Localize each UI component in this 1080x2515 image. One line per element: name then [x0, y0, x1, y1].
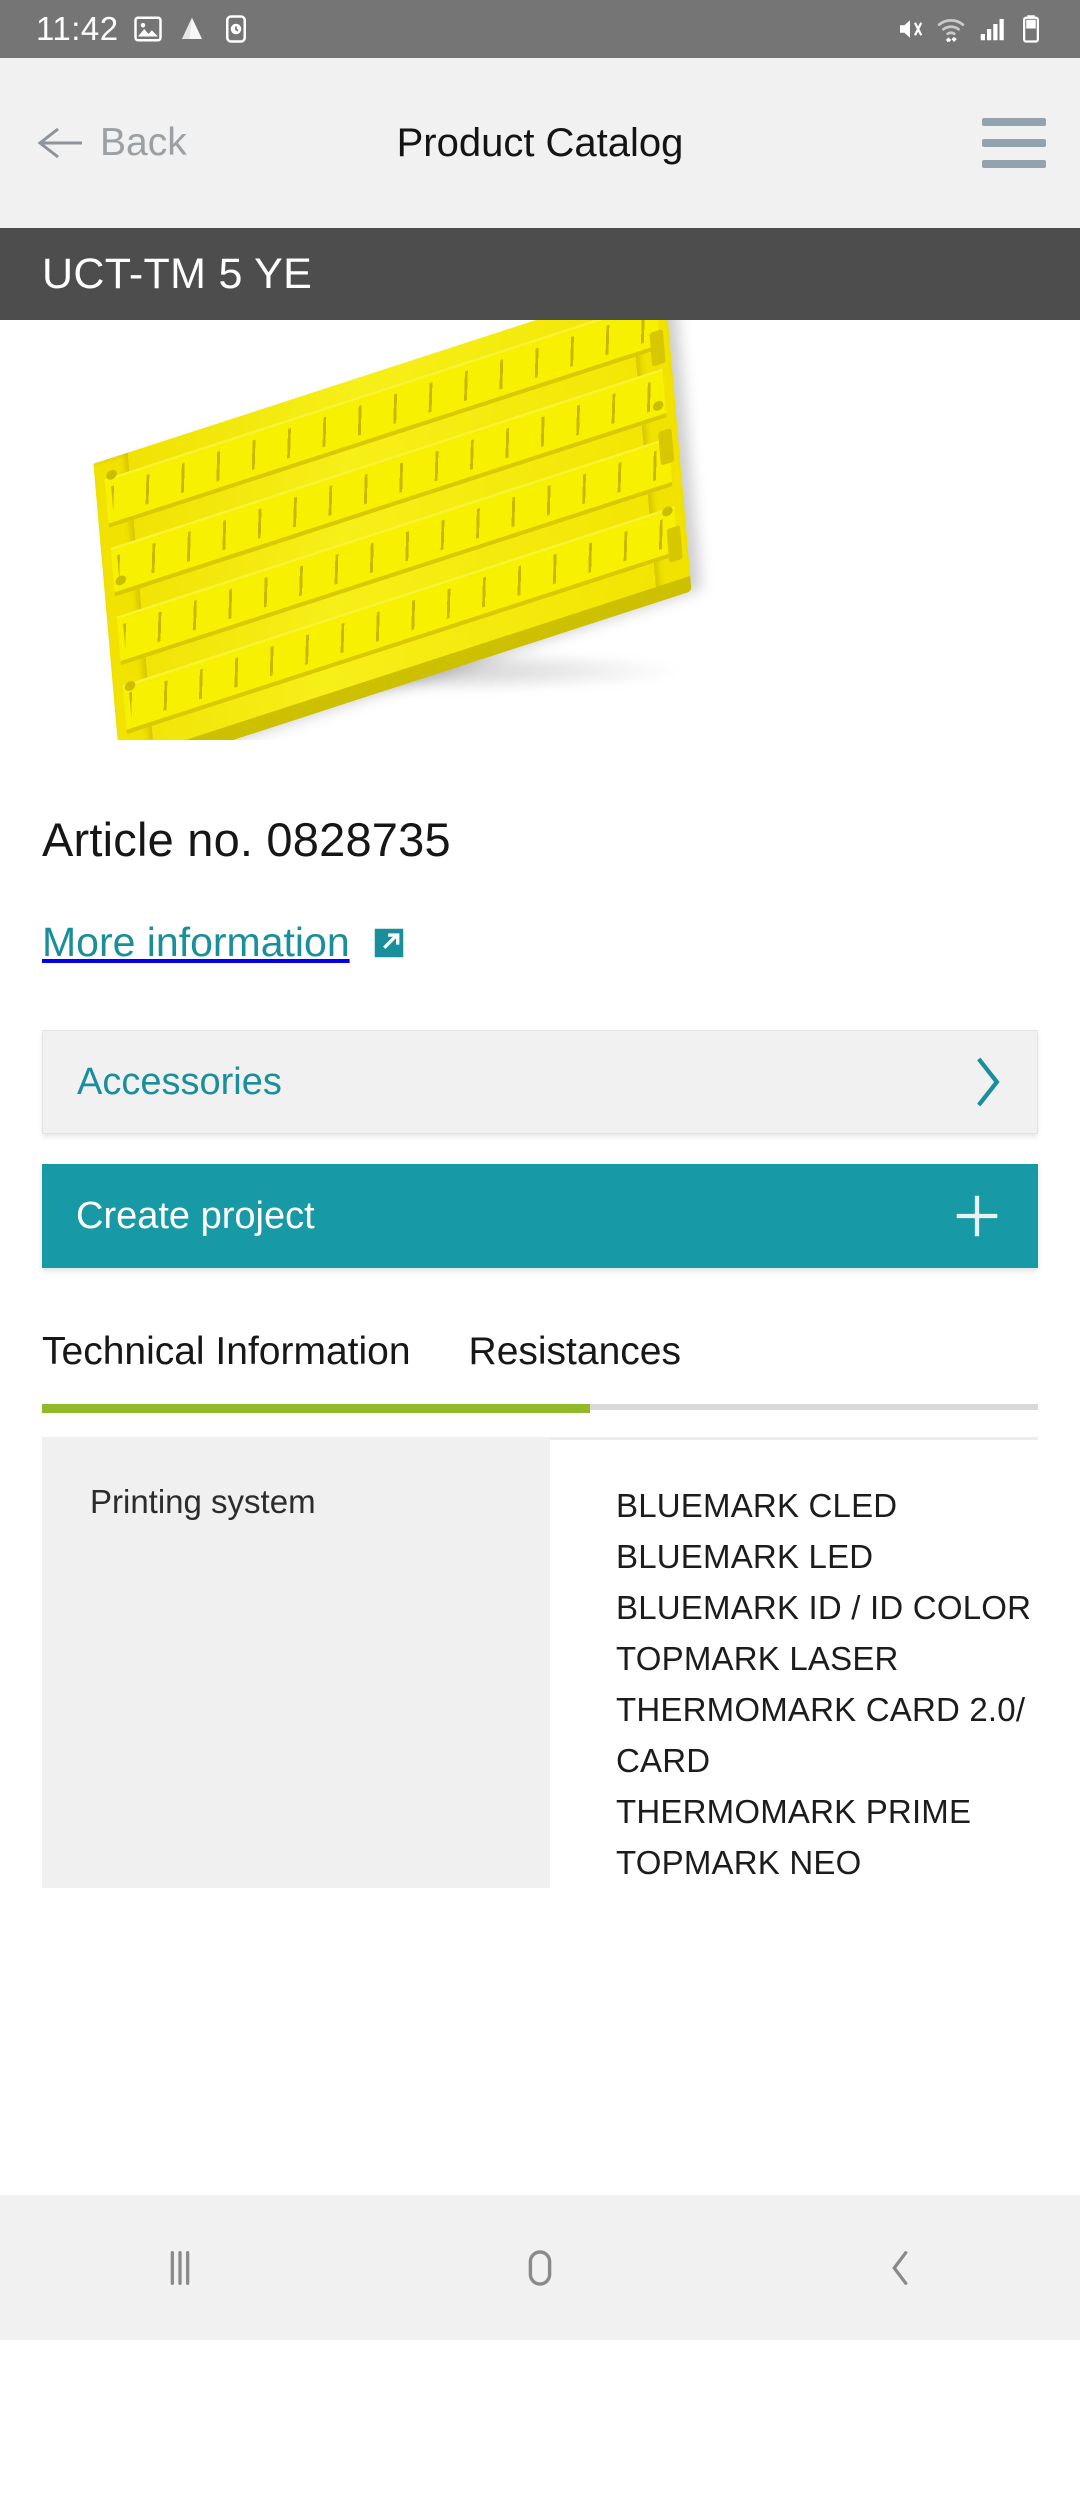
tab-bar: Technical Information Resistances — [42, 1330, 1038, 1413]
create-project-label: Create project — [76, 1194, 315, 1237]
technical-information-table: Printing system BLUEMARK CLED BLUEMARK L… — [42, 1437, 1038, 1888]
recents-icon — [170, 2250, 190, 2285]
marker-card-notch — [666, 525, 683, 563]
tab-row: Technical Information Resistances — [42, 1330, 1038, 1404]
chevron-right-icon — [977, 1057, 1000, 1107]
home-button[interactable] — [455, 2195, 625, 2340]
back-button-nav[interactable] — [815, 2195, 985, 2340]
hamburger-menu-icon[interactable] — [982, 118, 1046, 168]
tab-technical-information[interactable]: Technical Information — [42, 1330, 411, 1404]
product-image — [0, 320, 1080, 740]
arrow-left-icon — [37, 127, 82, 159]
tab-underline-track — [42, 1404, 1038, 1413]
back-button-label: Back — [100, 121, 187, 164]
status-bar-right — [895, 14, 1044, 44]
clock-icon — [225, 15, 246, 43]
back-button[interactable]: Back — [34, 121, 187, 165]
back-icon — [892, 2250, 908, 2285]
signal-icon — [980, 19, 1004, 41]
content-area: Article no. 0828735 More information Acc… — [0, 320, 1080, 2515]
status-bar-clock: 11:42 — [36, 10, 119, 47]
product-title-bar: UCT-TM 5 YE — [0, 228, 1080, 320]
article-number: Article no. 0828735 — [42, 813, 451, 866]
hamburger-line — [982, 160, 1046, 168]
spec-value: TOPMARK NEO — [616, 1844, 862, 1881]
plus-icon — [956, 1195, 998, 1237]
drive-icon — [181, 17, 202, 39]
marker-card-notch — [658, 427, 675, 466]
battery-icon — [1023, 15, 1039, 43]
more-information-label: More information — [42, 919, 350, 965]
create-project-button[interactable]: Create project — [42, 1164, 1038, 1268]
spec-value: BLUEMARK CLED — [616, 1487, 898, 1524]
spec-value: BLUEMARK LED — [616, 1538, 874, 1575]
image-icon — [133, 16, 162, 42]
tab-resistances[interactable]: Resistances — [469, 1330, 681, 1404]
android-navigation-bar — [0, 2195, 1080, 2340]
product-name: UCT-TM 5 YE — [42, 249, 313, 298]
app-bar: Back Product Catalog — [0, 58, 1080, 228]
accessories-label: Accessories — [77, 1060, 282, 1103]
hamburger-line — [982, 139, 1046, 147]
spec-row-values: BLUEMARK CLED BLUEMARK LED BLUEMARK ID /… — [550, 1437, 1038, 1888]
status-bar: 11:42 — [0, 0, 1080, 58]
recents-button[interactable] — [95, 2195, 265, 2340]
home-icon — [528, 2249, 552, 2286]
spec-value: TOPMARK LASER — [616, 1640, 899, 1677]
spec-value: THERMOMARK CARD 2.0/ CARD — [616, 1691, 1026, 1779]
mute-icon — [900, 20, 923, 38]
spec-value: THERMOMARK PRIME — [616, 1793, 972, 1830]
hamburger-line — [982, 118, 1046, 126]
accessories-card[interactable]: Accessories — [42, 1030, 1038, 1134]
wifi-icon — [937, 19, 965, 43]
spec-row-label: Printing system — [42, 1437, 550, 1888]
status-bar-left: 11:42 — [36, 10, 251, 48]
marker-card-notch — [649, 328, 666, 367]
external-link-icon — [374, 928, 403, 957]
tab-active-indicator — [42, 1404, 590, 1413]
more-information-link[interactable]: More information — [42, 919, 408, 966]
spec-value: BLUEMARK ID / ID COLOR — [616, 1589, 1032, 1626]
